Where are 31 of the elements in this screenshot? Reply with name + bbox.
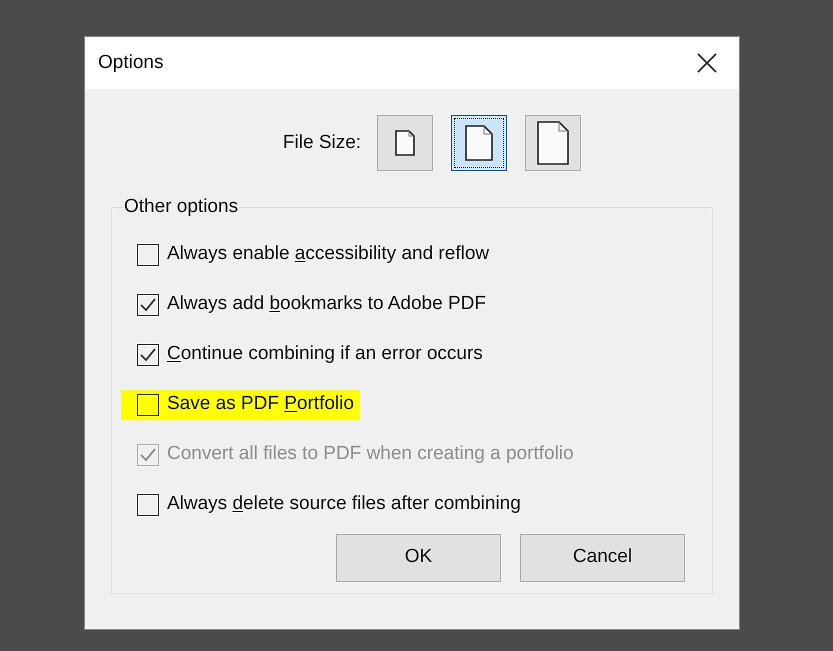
option-label: Always enable accessibility and reflow	[167, 242, 490, 266]
file-size-button[interactable]	[377, 115, 434, 171]
option-label: Always delete source files after combining	[167, 492, 521, 516]
file-size-label: File Size:	[282, 130, 362, 155]
checkbox[interactable]	[137, 494, 159, 516]
file-size-button[interactable]	[525, 115, 582, 171]
checkmark-icon	[140, 298, 156, 312]
document-icon	[537, 121, 570, 165]
option[interactable]: Continue combining if an error occurs	[121, 340, 489, 370]
dialog-button[interactable]: Cancel	[520, 534, 685, 582]
option-label: Always add bookmarks to Adobe PDF	[167, 292, 486, 316]
window-title: Options	[98, 50, 164, 75]
checkbox[interactable]	[137, 294, 159, 316]
checkbox[interactable]	[137, 344, 159, 366]
checkmark-icon	[140, 448, 156, 462]
dialog-button[interactable]: OK	[336, 534, 501, 582]
checkmark-icon	[140, 348, 156, 362]
option-label: Save as PDF Portfolio	[167, 392, 354, 416]
checkbox[interactable]	[137, 394, 159, 416]
option-label: Continue combining if an error occurs	[167, 342, 483, 366]
option-label: Convert all files to PDF when creating a portfolio	[167, 442, 574, 466]
document-icon	[395, 130, 416, 156]
close-icon	[697, 53, 717, 73]
file-size-button[interactable]	[451, 115, 508, 171]
group-title: Other options	[123, 195, 240, 219]
highlighted-option[interactable]: Save as PDF Portfolio	[121, 390, 360, 420]
checkbox[interactable]	[137, 244, 159, 266]
document-icon	[465, 125, 494, 161]
option[interactable]: Always delete source files after combining	[121, 490, 527, 520]
option[interactable]: Always add bookmarks to Adobe PDF	[121, 290, 492, 320]
option[interactable]: Always enable accessibility and reflow	[121, 240, 496, 270]
